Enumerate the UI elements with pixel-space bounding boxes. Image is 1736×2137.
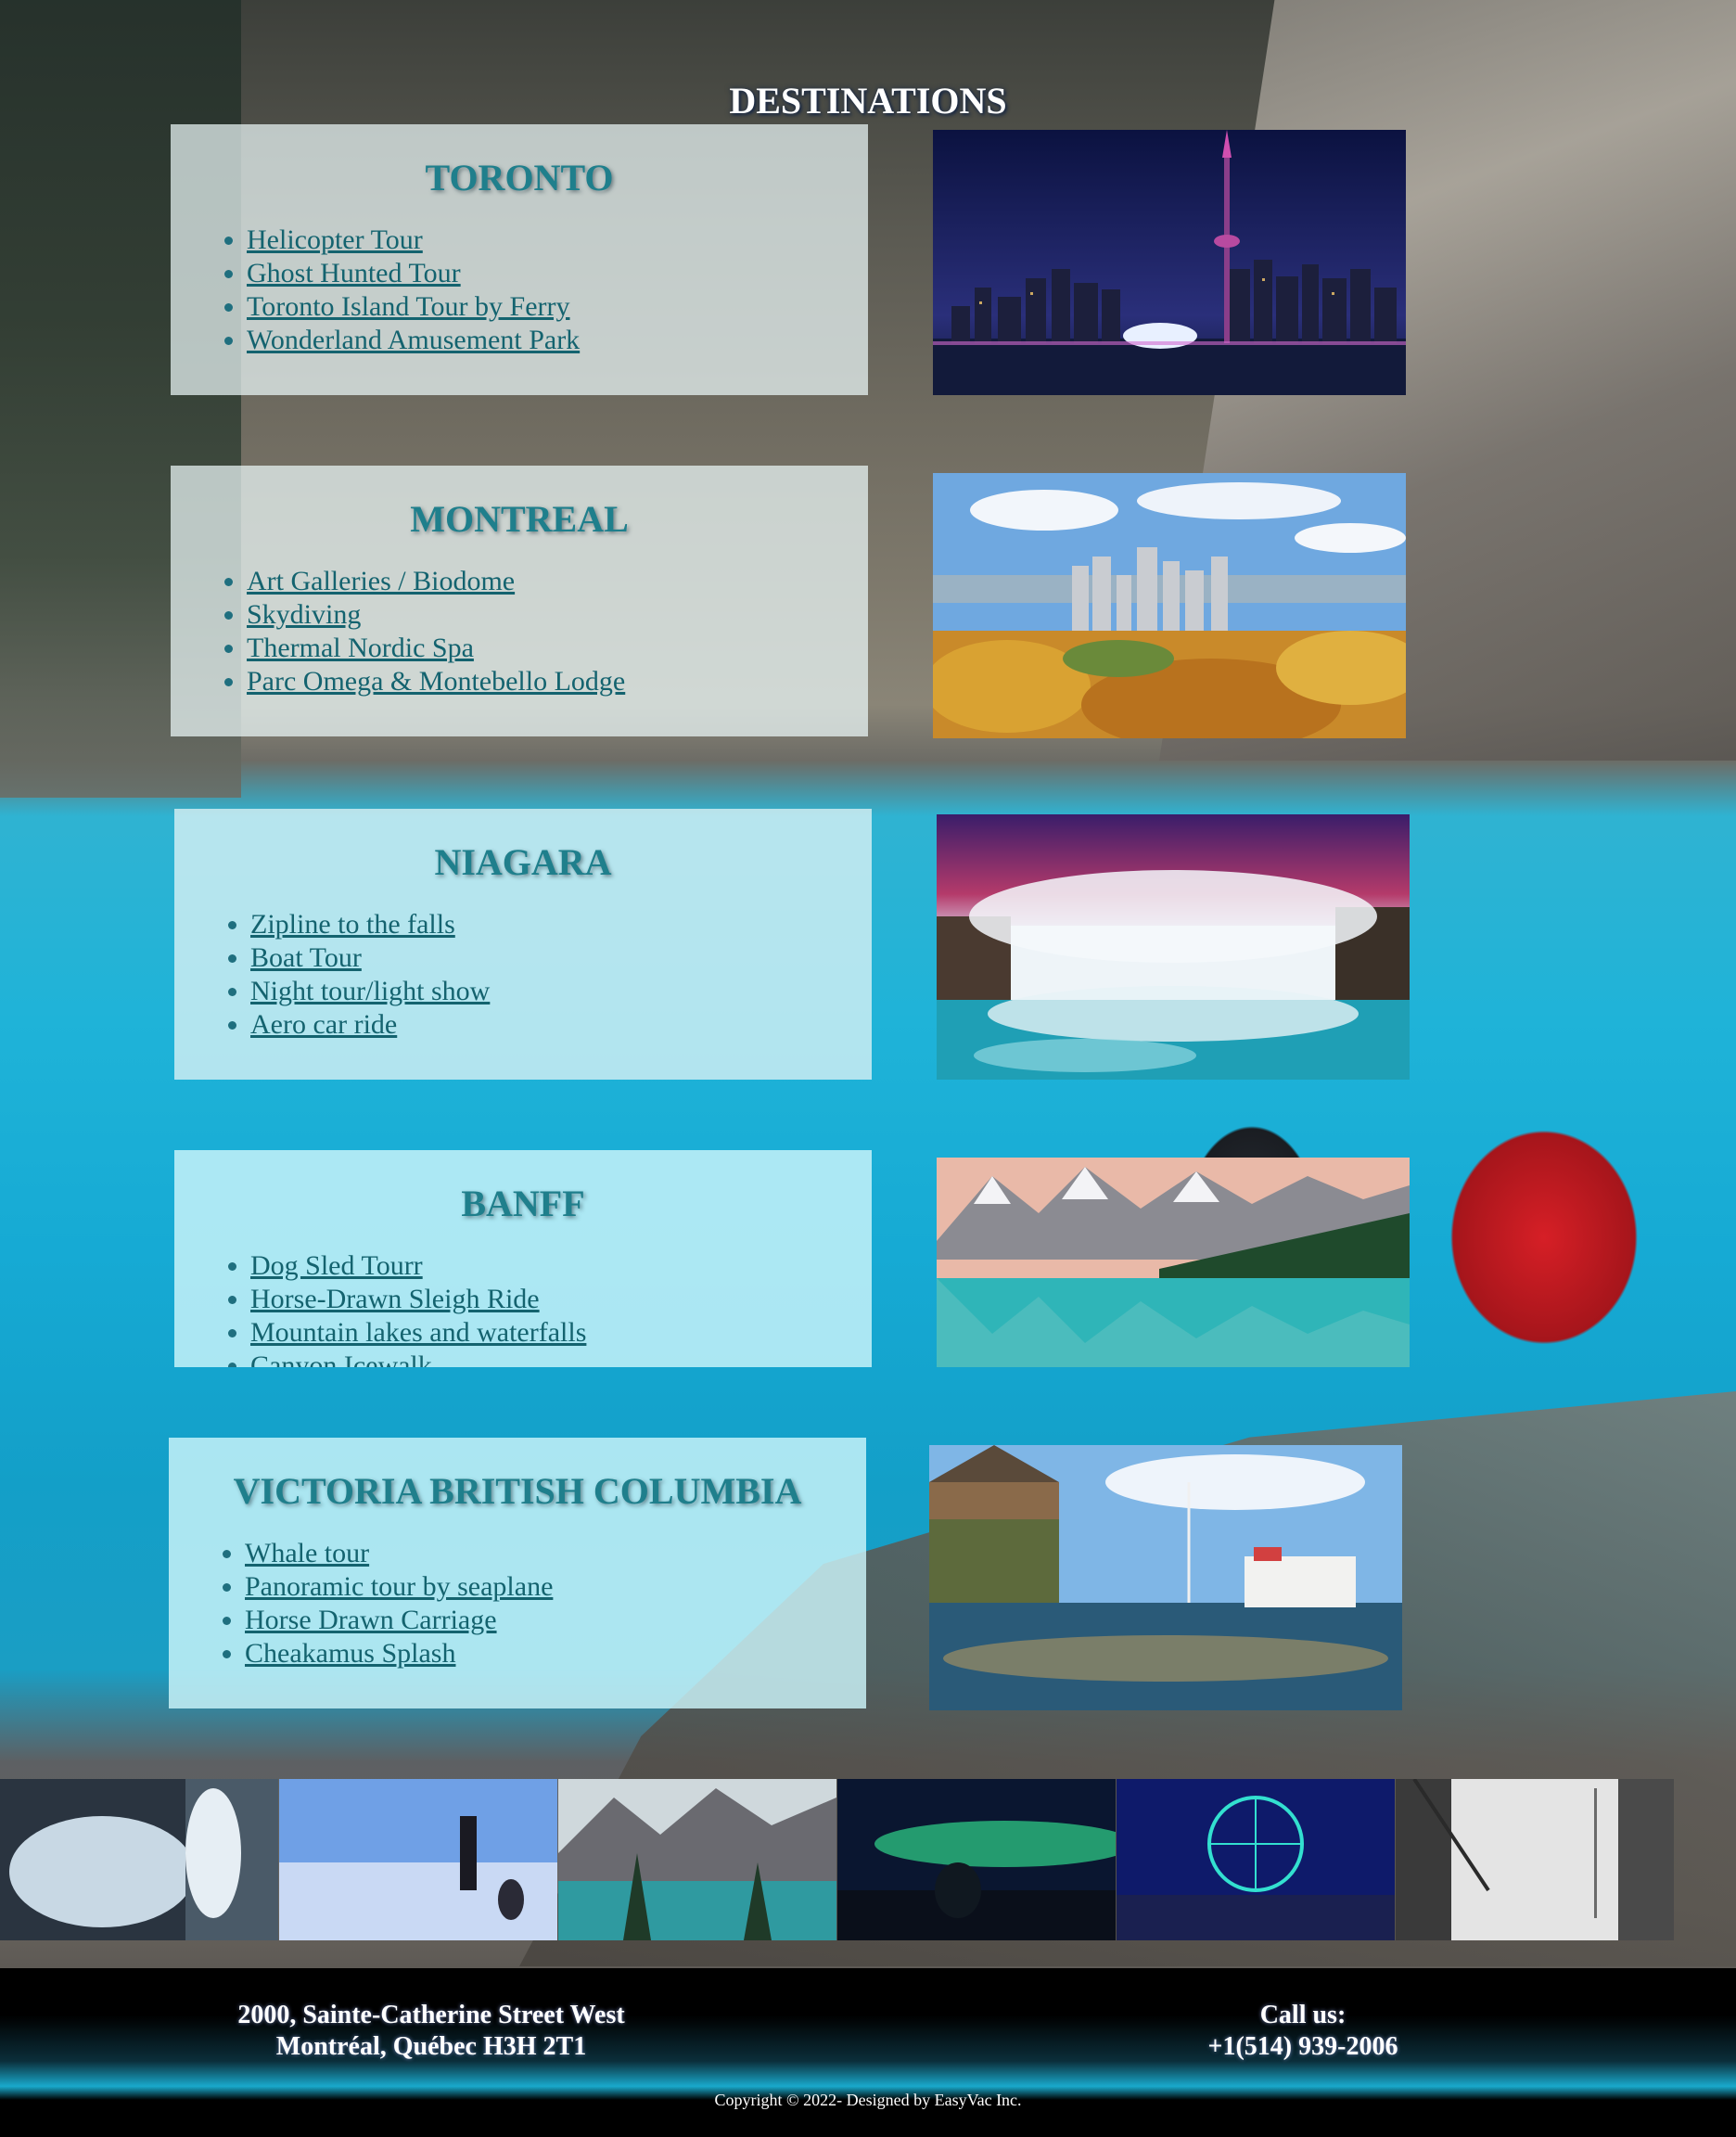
activity-link[interactable]: Skydiving	[247, 599, 361, 630]
activity-link[interactable]: Night tour/light show	[250, 976, 490, 1006]
gallery-image-cn-tower-street[interactable]	[1396, 1779, 1674, 1940]
list-item: Boat Tour	[250, 941, 846, 975]
activity-list: Zipline to the falls Boat Tour Night tou…	[200, 908, 846, 1042]
list-item: Canyon Icewalk	[250, 1350, 846, 1367]
destination-card-niagara: NIAGARA Zipline to the falls Boat Tour N…	[174, 809, 872, 1080]
footer-contact: Call us: +1(514) 939-2006	[1094, 2000, 1512, 2063]
destination-title: TORONTO	[425, 157, 614, 198]
address-line-2: Montréal, Québec H3H 2T1	[275, 2032, 587, 2061]
list-item: Ghost Hunted Tour	[247, 257, 842, 290]
gallery-image-ferris-wheel[interactable]	[1117, 1779, 1395, 1940]
activity-list: Helicopter Tour Ghost Hunted Tour Toront…	[197, 224, 842, 357]
activity-link[interactable]: Aero car ride	[250, 1009, 397, 1040]
destination-card-montreal: MONTREAL Art Galleries / Biodome Skydivi…	[171, 466, 868, 736]
list-item: Mountain lakes and waterfalls	[250, 1316, 846, 1350]
destination-card-victoria: VICTORIA BRITISH COLUMBIA Whale tour Pan…	[169, 1438, 866, 1708]
list-item: Horse Drawn Carriage	[245, 1604, 840, 1637]
footer-address: 2000, Sainte-Catherine Street West Montr…	[167, 2000, 696, 2063]
activity-link[interactable]: Horse-Drawn Sleigh Ride	[250, 1284, 540, 1314]
list-item: Toronto Island Tour by Ferry	[247, 290, 842, 324]
list-item: Cheakamus Splash	[245, 1637, 840, 1670]
activity-link[interactable]: Mountain lakes and waterfalls	[250, 1317, 586, 1348]
copyright: Copyright © 2022- Designed by EasyVac In…	[714, 2091, 1022, 2109]
page-title: DESTINATIONS	[729, 79, 1007, 122]
activity-link[interactable]: Art Galleries / Biodome	[247, 566, 515, 596]
list-item: Dog Sled Tourr	[250, 1249, 846, 1283]
activity-link[interactable]: Panoramic tour by seaplane	[245, 1571, 553, 1602]
activity-link[interactable]: Canyon Icewalk	[250, 1350, 432, 1367]
destination-title: BANFF	[461, 1183, 585, 1224]
destination-title: NIAGARA	[434, 841, 612, 883]
list-item: Night tour/light show	[250, 975, 846, 1008]
list-item: Wonderland Amusement Park	[247, 324, 842, 357]
gallery-image-mountain-lake[interactable]	[558, 1779, 836, 1940]
list-item: Horse-Drawn Sleigh Ride	[250, 1283, 846, 1316]
address-line-1: 2000, Sainte-Catherine Street West	[237, 2001, 625, 2029]
activity-link[interactable]: Helicopter Tour	[247, 224, 423, 255]
list-item: Art Galleries / Biodome	[247, 565, 842, 598]
victoria-photo	[929, 1445, 1402, 1710]
montreal-photo	[933, 473, 1406, 738]
destination-card-toronto: TORONTO Helicopter Tour Ghost Hunted Tou…	[171, 124, 868, 395]
photo-gallery	[0, 1779, 1736, 1940]
activity-link[interactable]: Boat Tour	[250, 942, 362, 973]
destination-title: MONTREAL	[410, 498, 629, 540]
activity-list: Art Galleries / Biodome Skydiving Therma…	[197, 565, 842, 698]
list-item: Thermal Nordic Spa	[247, 632, 842, 665]
activity-link[interactable]: Parc Omega & Montebello Lodge	[247, 666, 625, 697]
activity-link[interactable]: Dog Sled Tourr	[250, 1250, 423, 1281]
list-item: Parc Omega & Montebello Lodge	[247, 665, 842, 698]
list-item: Zipline to the falls	[250, 908, 846, 941]
activity-list: Whale tour Panoramic tour by seaplane Ho…	[195, 1537, 840, 1670]
gallery-image-frozen-waterfall[interactable]	[0, 1779, 278, 1940]
list-item: Aero car ride	[250, 1008, 846, 1042]
niagara-photo	[937, 814, 1410, 1080]
gallery-image-northern-lights[interactable]	[837, 1779, 1116, 1940]
list-item: Panoramic tour by seaplane	[245, 1570, 840, 1604]
list-item: Skydiving	[247, 598, 842, 632]
activity-link[interactable]: Whale tour	[245, 1538, 369, 1568]
activity-link[interactable]: Wonderland Amusement Park	[247, 325, 580, 355]
footer: 2000, Sainte-Catherine Street West Montr…	[0, 1968, 1736, 2137]
list-item: Helicopter Tour	[247, 224, 842, 257]
activity-link[interactable]: Thermal Nordic Spa	[247, 633, 474, 663]
activity-link[interactable]: Horse Drawn Carriage	[245, 1605, 497, 1635]
destination-card-banff: BANFF Dog Sled Tourr Horse-Drawn Sleigh …	[174, 1150, 872, 1367]
gallery-image-snow-kiting[interactable]	[279, 1779, 557, 1940]
banff-photo	[937, 1158, 1410, 1367]
toronto-photo	[933, 130, 1406, 395]
background-hiker-red-jacket	[1391, 1104, 1697, 1438]
call-label: Call us:	[1259, 2001, 1347, 2029]
phone-number[interactable]: +1(514) 939-2006	[1094, 2031, 1512, 2063]
activity-link[interactable]: Toronto Island Tour by Ferry	[247, 291, 570, 322]
list-item: Whale tour	[245, 1537, 840, 1570]
activity-list: Dog Sled Tourr Horse-Drawn Sleigh Ride M…	[200, 1249, 846, 1367]
activity-link[interactable]: Ghost Hunted Tour	[247, 258, 461, 288]
activity-link[interactable]: Cheakamus Splash	[245, 1638, 455, 1669]
activity-link[interactable]: Zipline to the falls	[250, 909, 455, 940]
destination-title: VICTORIA BRITISH COLUMBIA	[233, 1470, 802, 1512]
